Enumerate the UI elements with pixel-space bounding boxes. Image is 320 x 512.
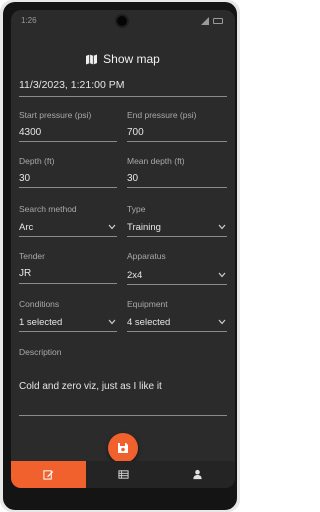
tender-underline — [19, 283, 117, 284]
datetime-field[interactable]: 11/3/2023, 1:21:00 PM — [19, 76, 227, 104]
bottom-navigation — [11, 461, 235, 488]
phone-frame: 1:26 Show map 11/3/2023, 1:21:00 PM Star… — [0, 0, 240, 512]
depth-underline — [19, 187, 117, 188]
tab-edit[interactable] — [11, 461, 86, 488]
end-pressure-label: End pressure (psi) — [127, 110, 197, 120]
apparatus-underline — [127, 284, 227, 285]
tender-label: Tender — [19, 251, 45, 261]
tab-profile[interactable] — [160, 461, 235, 488]
show-map-label: Show map — [103, 52, 160, 66]
depth-label: Depth (ft) — [19, 156, 55, 166]
equipment-label: Equipment — [127, 299, 168, 309]
chevron-down-icon — [218, 319, 226, 325]
conditions-value: 1 selected — [19, 317, 63, 328]
tab-list[interactable] — [86, 461, 160, 488]
list-icon — [117, 470, 129, 479]
mean-depth-underline — [127, 187, 227, 188]
start-pressure-label: Start pressure (psi) — [19, 110, 92, 120]
battery-icon — [213, 18, 223, 24]
equipment-dropdown[interactable]: Equipment 4 selected — [127, 299, 227, 339]
start-pressure-value: 4300 — [19, 127, 42, 138]
start-pressure-field[interactable]: Start pressure (psi) 4300 — [19, 110, 117, 150]
status-bar: 1:26 — [11, 10, 235, 32]
end-pressure-underline — [127, 141, 227, 142]
depth-value: 30 — [19, 173, 31, 184]
front-camera — [115, 14, 129, 28]
conditions-dropdown[interactable]: Conditions 1 selected — [19, 299, 117, 339]
end-pressure-field[interactable]: End pressure (psi) 700 — [127, 110, 227, 150]
description-label: Description — [19, 347, 62, 357]
map-icon — [86, 53, 98, 65]
end-pressure-value: 700 — [127, 127, 144, 138]
edit-icon — [43, 470, 54, 480]
chevron-down-icon — [108, 319, 116, 325]
status-time: 1:26 — [21, 16, 37, 25]
tender-value: JR — [19, 268, 32, 279]
mean-depth-field[interactable]: Mean depth (ft) 30 — [127, 156, 227, 196]
mean-depth-label: Mean depth (ft) — [127, 156, 185, 166]
apparatus-label: Apparatus — [127, 251, 166, 261]
search-method-value: Arc — [19, 222, 34, 233]
person-icon — [193, 469, 202, 480]
signal-icon — [201, 17, 209, 25]
mean-depth-value: 30 — [127, 173, 139, 184]
chevron-down-icon — [218, 272, 226, 278]
description-value: Cold and zero viz, just as I like it — [19, 381, 162, 392]
save-button[interactable] — [108, 433, 138, 463]
app-screen: 1:26 Show map 11/3/2023, 1:21:00 PM Star… — [11, 10, 235, 488]
type-label: Type — [127, 204, 146, 214]
type-underline — [127, 236, 227, 237]
equipment-underline — [127, 331, 227, 332]
chevron-down-icon — [108, 224, 116, 230]
phone-bezel: 1:26 Show map 11/3/2023, 1:21:00 PM Star… — [3, 2, 237, 510]
tender-field[interactable]: Tender JR — [19, 251, 117, 291]
search-method-underline — [19, 236, 117, 237]
conditions-underline — [19, 331, 117, 332]
apparatus-dropdown[interactable]: Apparatus 2x4 — [127, 251, 227, 291]
search-method-label: Search method — [19, 204, 77, 214]
type-dropdown[interactable]: Type Training — [127, 204, 227, 244]
start-pressure-underline — [19, 141, 117, 142]
show-map-button[interactable]: Show map — [11, 50, 235, 68]
type-value: Training — [127, 222, 161, 233]
datetime-value: 11/3/2023, 1:21:00 PM — [19, 79, 125, 91]
status-icons — [201, 17, 225, 25]
chevron-down-icon — [218, 224, 226, 230]
equipment-value: 4 selected — [127, 317, 171, 328]
depth-field[interactable]: Depth (ft) 30 — [19, 156, 117, 196]
description-underline — [19, 415, 227, 416]
datetime-underline — [19, 96, 227, 97]
conditions-label: Conditions — [19, 299, 60, 309]
save-icon — [118, 443, 128, 453]
search-method-dropdown[interactable]: Search method Arc — [19, 204, 117, 244]
description-field[interactable]: Description Cold and zero viz, just as I… — [19, 347, 227, 419]
apparatus-value: 2x4 — [127, 270, 143, 281]
